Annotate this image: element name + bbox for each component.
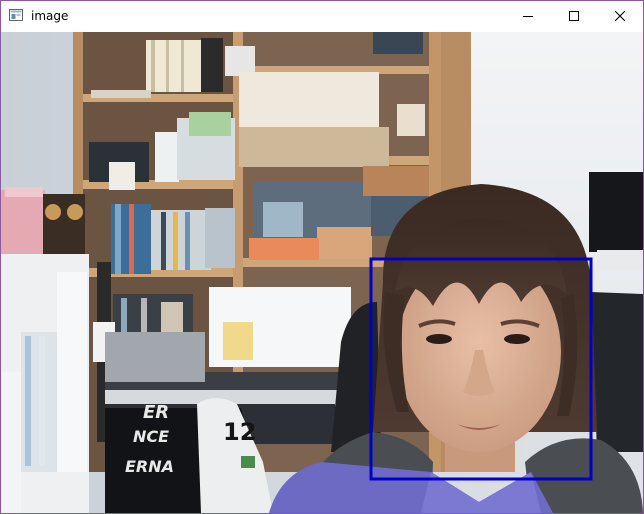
app-window: image ER NCE ERNA 12 xyxy=(0,0,644,514)
maximize-button[interactable] xyxy=(551,1,597,32)
webcam-frame: ER NCE ERNA 12 xyxy=(1,32,643,513)
close-icon xyxy=(614,10,626,24)
close-button[interactable] xyxy=(597,1,643,32)
jersey-line-3: ERNA xyxy=(125,457,174,476)
jersey-number: 12 xyxy=(223,418,256,446)
window-title: image xyxy=(31,9,69,23)
jersey-line-1: ER xyxy=(143,402,169,423)
maximize-icon xyxy=(569,10,579,24)
minimize-button[interactable] xyxy=(505,1,551,32)
webcam-image-view: ER NCE ERNA 12 xyxy=(1,32,643,513)
minimize-icon xyxy=(523,10,533,24)
jersey-line-2: NCE xyxy=(133,427,169,446)
title-bar[interactable]: image xyxy=(1,1,643,32)
app-window-icon xyxy=(9,9,23,21)
